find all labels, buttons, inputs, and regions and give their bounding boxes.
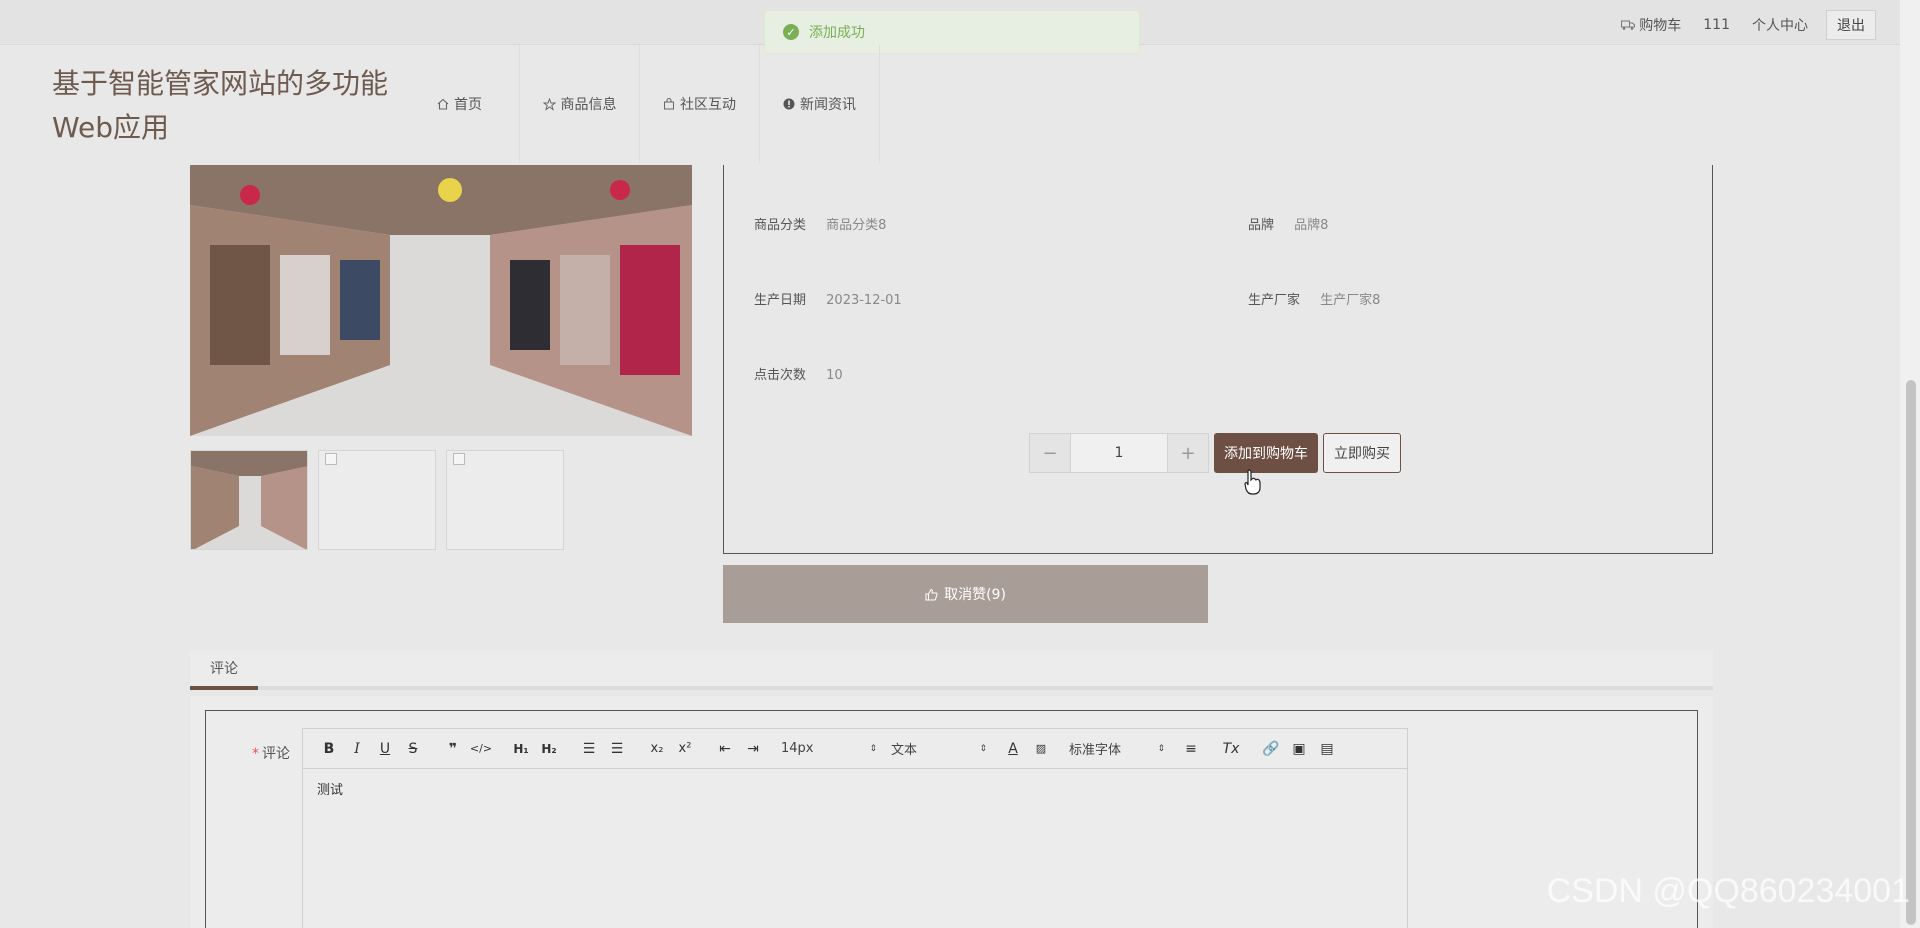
field-label: 商品分类 bbox=[754, 218, 807, 233]
alert-icon bbox=[783, 98, 795, 110]
unlike-label: 取消赞(9) bbox=[944, 587, 1006, 603]
superscript-icon[interactable]: x² bbox=[671, 737, 699, 761]
store-photo bbox=[190, 165, 692, 436]
comment-form: * 评论 B I U S ❞ </> H₁ H₂ ☰ ☰ x₂ x² ⇤ ⇥ 14… bbox=[205, 710, 1698, 928]
image-icon[interactable]: ▣ bbox=[1285, 737, 1313, 761]
ordered-list-icon[interactable]: ☰ bbox=[575, 737, 603, 761]
font-family-value: 标准字体 bbox=[1069, 743, 1122, 758]
thumbnail-1[interactable] bbox=[190, 450, 308, 550]
profile-link[interactable]: 个人中心 bbox=[1752, 15, 1808, 35]
quantity-decrease-button[interactable]: − bbox=[1030, 434, 1070, 472]
home-icon bbox=[437, 98, 449, 110]
link-icon[interactable]: 🔗 bbox=[1257, 737, 1285, 761]
thumbnail-3[interactable] bbox=[446, 450, 564, 550]
outdent-icon[interactable]: ⇤ bbox=[711, 737, 739, 761]
main-nav: 首页 商品信息 社区互动 新闻资讯 bbox=[400, 45, 880, 163]
nav-label: 社区互动 bbox=[680, 97, 736, 113]
cart-label: 购物车 bbox=[1639, 18, 1682, 34]
field-value: 商品分类8 bbox=[826, 218, 887, 233]
check-circle-icon: ✓ bbox=[783, 24, 799, 40]
font-family-select[interactable]: 标准字体 ⇕ bbox=[1069, 739, 1165, 758]
blockquote-icon[interactable]: ❞ bbox=[439, 737, 467, 761]
field-value: 品牌8 bbox=[1294, 218, 1329, 233]
comment-section: * 评论 B I U S ❞ </> H₁ H₂ ☰ ☰ x₂ x² ⇤ ⇥ 14… bbox=[190, 696, 1713, 928]
field-value: 10 bbox=[826, 368, 843, 383]
site-title[interactable]: 基于智能管家网站的多功能Web应用 bbox=[52, 62, 412, 150]
comment-label-text: 评论 bbox=[262, 746, 290, 762]
quantity-input[interactable]: 1 bbox=[1070, 434, 1168, 472]
background-color-icon[interactable]: ▨ bbox=[1027, 737, 1055, 761]
field-label: 生产日期 bbox=[754, 293, 807, 308]
rich-text-editor: B I U S ❞ </> H₁ H₂ ☰ ☰ x₂ x² ⇤ ⇥ 14px ⇕ bbox=[302, 728, 1408, 928]
select-arrows-icon: ⇕ bbox=[869, 743, 877, 754]
star-icon bbox=[542, 97, 556, 111]
nav-label: 首页 bbox=[454, 97, 482, 113]
indent-icon[interactable]: ⇥ bbox=[739, 737, 767, 761]
logout-button[interactable]: 退出 bbox=[1826, 10, 1876, 40]
field-production-date: 生产日期 2023-12-01 bbox=[754, 289, 902, 308]
field-manufacturer: 生产厂家 生产厂家8 bbox=[1248, 289, 1380, 308]
font-size-value: 14px bbox=[781, 741, 814, 756]
underline-icon[interactable]: U bbox=[371, 737, 399, 761]
strikethrough-icon[interactable]: S bbox=[399, 737, 427, 761]
field-label: 生产厂家 bbox=[1248, 293, 1301, 308]
nav-label: 商品信息 bbox=[560, 97, 617, 113]
thumbs-up-icon bbox=[925, 588, 938, 600]
code-icon[interactable]: </> bbox=[467, 737, 495, 761]
watermark: CSDN @QQ860234001 bbox=[1546, 872, 1910, 910]
truck-icon bbox=[1621, 20, 1636, 30]
thumbnail-2[interactable] bbox=[318, 450, 436, 550]
italic-icon[interactable]: I bbox=[343, 737, 371, 761]
page-scrollbar[interactable] bbox=[1900, 0, 1920, 928]
bold-icon[interactable]: B bbox=[315, 737, 343, 761]
clear-format-icon[interactable]: Tx bbox=[1217, 737, 1245, 761]
buy-now-button[interactable]: 立即购买 bbox=[1323, 433, 1401, 473]
add-to-cart-button[interactable]: 添加到购物车 bbox=[1214, 433, 1318, 473]
username[interactable]: 111 bbox=[1703, 17, 1730, 33]
field-value: 生产厂家8 bbox=[1320, 293, 1381, 308]
nav-item-home[interactable]: 首页 bbox=[400, 45, 520, 163]
field-category: 商品分类 商品分类8 bbox=[754, 214, 886, 233]
tab-comments[interactable]: 评论 bbox=[190, 650, 258, 690]
comment-field-label: * 评论 bbox=[252, 743, 290, 763]
bag-icon bbox=[664, 98, 674, 110]
broken-image-icon bbox=[325, 453, 337, 465]
text-style-select[interactable]: 文本 ⇕ bbox=[891, 739, 987, 758]
quantity-increase-button[interactable]: + bbox=[1168, 434, 1208, 472]
required-mark: * bbox=[252, 746, 259, 762]
unlike-button[interactable]: 取消赞(9) bbox=[723, 565, 1208, 623]
heading-2-icon[interactable]: H₂ bbox=[535, 737, 563, 761]
field-click-count: 点击次数 10 bbox=[754, 364, 843, 383]
bullet-list-icon[interactable]: ☰ bbox=[603, 737, 631, 761]
field-label: 品牌 bbox=[1248, 218, 1275, 233]
nav-item-products[interactable]: 商品信息 bbox=[520, 45, 640, 163]
hand-cursor-icon bbox=[1244, 469, 1261, 495]
broken-image-icon bbox=[453, 453, 465, 465]
subscript-icon[interactable]: x₂ bbox=[643, 737, 671, 761]
text-style-value: 文本 bbox=[891, 743, 918, 758]
video-icon[interactable]: ▤ bbox=[1313, 737, 1341, 761]
text-color-icon[interactable]: A bbox=[999, 737, 1027, 761]
comment-tabs: 评论 bbox=[190, 650, 1713, 690]
cart-link[interactable]: 购物车 bbox=[1621, 15, 1681, 35]
heading-1-icon[interactable]: H₁ bbox=[507, 737, 535, 761]
field-brand: 品牌 品牌8 bbox=[1248, 214, 1328, 233]
scrollbar-thumb[interactable] bbox=[1906, 380, 1916, 925]
store-photo-thumb bbox=[191, 451, 307, 549]
product-main-image[interactable] bbox=[190, 165, 692, 436]
toast-message: 添加成功 bbox=[809, 25, 865, 41]
field-value: 2023-12-01 bbox=[826, 293, 902, 308]
top-bar-right: 购物车 111 个人中心 退出 bbox=[1599, 10, 1876, 40]
nav-item-community[interactable]: 社区互动 bbox=[640, 45, 760, 163]
field-label: 点击次数 bbox=[754, 368, 807, 383]
nav-label: 新闻资讯 bbox=[800, 97, 856, 113]
nav-item-news[interactable]: 新闻资讯 bbox=[760, 45, 880, 163]
select-arrows-icon: ⇕ bbox=[979, 743, 987, 754]
font-size-select[interactable]: 14px ⇕ bbox=[781, 741, 877, 756]
align-icon[interactable]: ≡ bbox=[1177, 737, 1205, 761]
select-arrows-icon: ⇕ bbox=[1157, 743, 1165, 754]
quantity-stepper: − 1 + bbox=[1029, 433, 1209, 473]
editor-content[interactable]: 测试 bbox=[303, 769, 1407, 808]
editor-toolbar: B I U S ❞ </> H₁ H₂ ☰ ☰ x₂ x² ⇤ ⇥ 14px ⇕ bbox=[303, 729, 1407, 769]
